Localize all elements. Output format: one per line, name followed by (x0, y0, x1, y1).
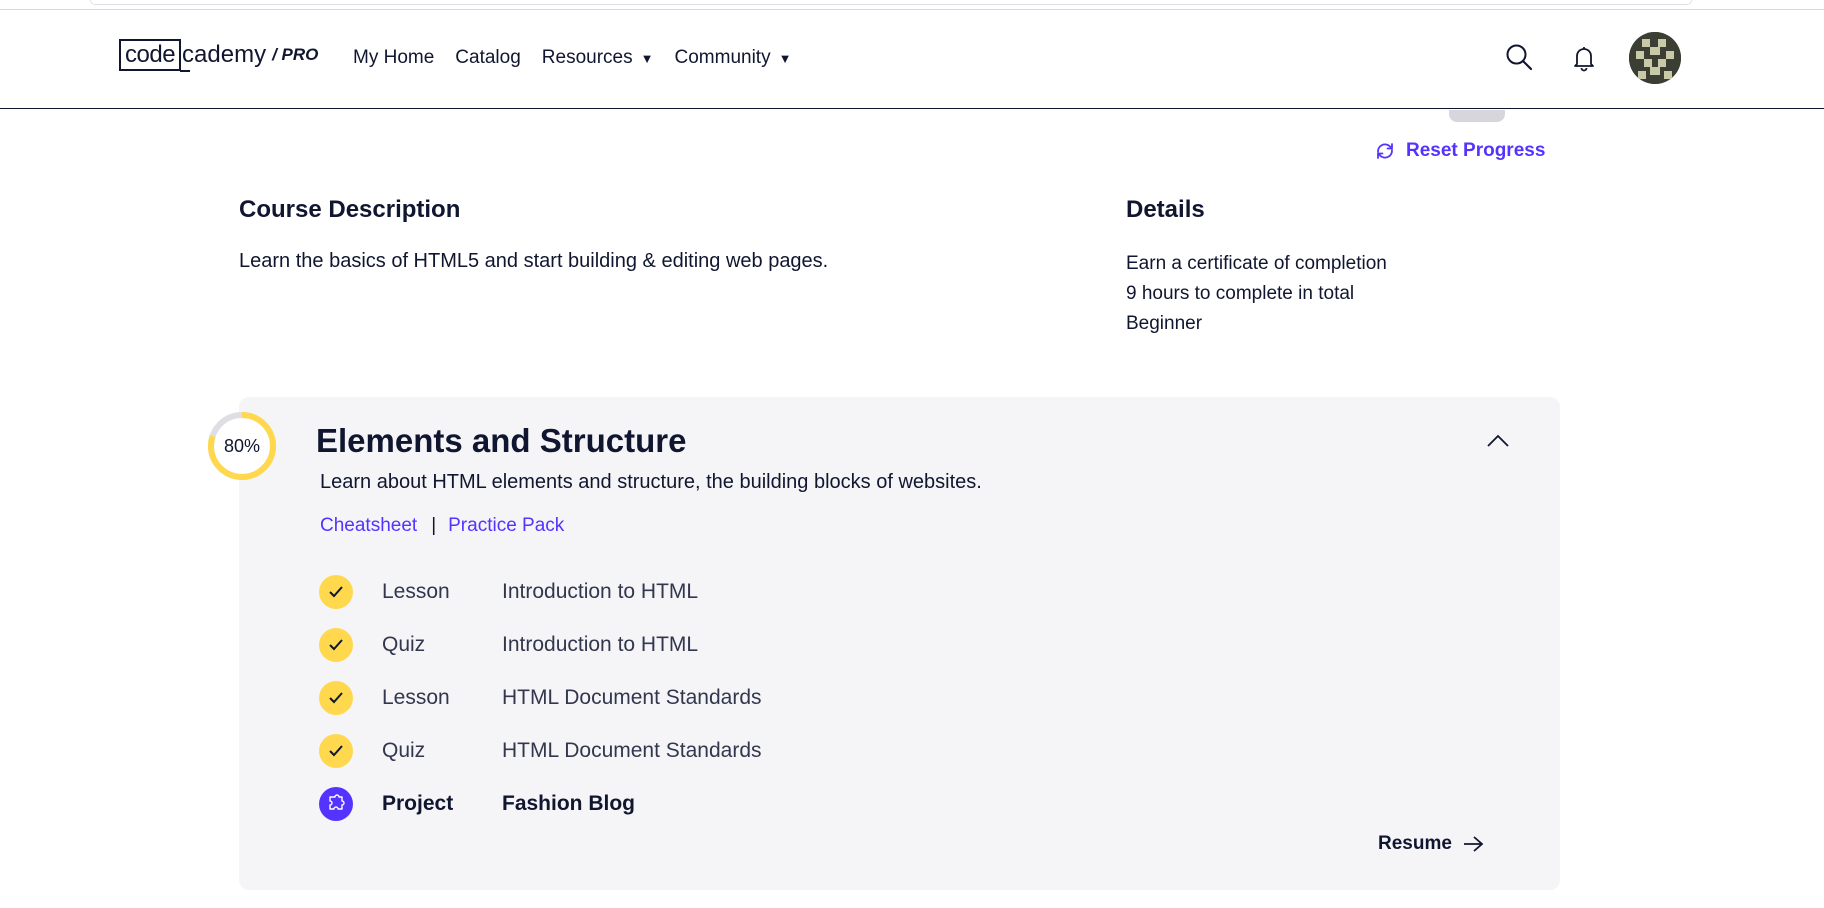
site-header: code cademy / PRO My Home Catalog Resour… (0, 10, 1824, 109)
check-icon (319, 627, 353, 662)
module-item-list: Lesson Introduction to HTML Quiz Introdu… (319, 565, 762, 830)
refresh-icon (1377, 143, 1393, 159)
item-type: Quiz (382, 632, 426, 656)
reset-progress-label: Reset Progress (1406, 140, 1546, 161)
codecademy-pro-logo[interactable]: code cademy / PRO (119, 38, 318, 72)
reset-progress-button[interactable]: Reset Progress (1374, 140, 1545, 162)
item-type: Quiz (382, 738, 426, 762)
caret-down-icon: ▼ (640, 50, 654, 66)
avatar[interactable] (1629, 32, 1681, 84)
module-links: Cheatsheet | Practice Pack (320, 515, 564, 537)
arrow-right-icon (1463, 836, 1484, 852)
check-icon (319, 680, 353, 715)
module-item-row[interactable]: Lesson HTML Document Standards (319, 671, 762, 724)
module-description: Learn about HTML elements and structure,… (320, 471, 982, 493)
resume-button[interactable]: Resume (1378, 833, 1484, 855)
nav-my-home[interactable]: My Home (353, 47, 434, 69)
item-title: Introduction to HTML (502, 579, 699, 603)
nav-catalog[interactable]: Catalog (455, 47, 521, 69)
nav-resources[interactable]: Resources ▼ (542, 47, 654, 69)
caret-down-icon: ▼ (778, 50, 792, 66)
chevron-up-icon[interactable] (1486, 432, 1510, 450)
item-type: Lesson (382, 685, 450, 709)
bell-icon[interactable] (1570, 44, 1598, 72)
browser-top-strip (0, 0, 1824, 10)
details-title: Details (1126, 196, 1205, 223)
item-title: HTML Document Standards (502, 685, 762, 709)
practice-pack-link[interactable]: Practice Pack (448, 515, 564, 537)
details-list: Earn a certificate of completion 9 hours… (1126, 249, 1387, 339)
module-item-row[interactable]: Quiz HTML Document Standards (319, 724, 762, 777)
nav-label: My Home (353, 47, 435, 68)
link-separator: | (431, 515, 437, 536)
item-title: Fashion Blog (502, 791, 635, 815)
module-item-row[interactable]: Lesson Introduction to HTML (319, 565, 762, 618)
detail-item: Earn a certificate of completion (1126, 253, 1387, 274)
module-item-row-current[interactable]: Project Fashion Blog (319, 777, 762, 830)
resume-label: Resume (1378, 833, 1452, 854)
module-title: Elements and Structure (316, 422, 687, 459)
item-title: Introduction to HTML (502, 632, 699, 656)
search-icon[interactable] (1505, 43, 1533, 71)
detail-item: Beginner (1126, 313, 1203, 334)
puzzle-icon (319, 786, 353, 821)
logo-pro: / PRO (272, 45, 319, 64)
cheatsheet-link[interactable]: Cheatsheet (320, 515, 417, 537)
nav-label: Catalog (455, 47, 521, 68)
scroll-tab (1449, 110, 1505, 122)
progress-percent: 80% (223, 436, 261, 456)
module-item-row[interactable]: Quiz Introduction to HTML (319, 618, 762, 671)
detail-item: 9 hours to complete in total (1126, 283, 1355, 304)
main-nav: My Home Catalog Resources ▼ Community ▼ (353, 47, 812, 69)
nav-label: Community (674, 47, 771, 68)
check-icon (319, 574, 353, 609)
logo-cademy: cademy (180, 41, 267, 72)
check-icon (319, 733, 353, 768)
logo-code: code (119, 39, 182, 71)
item-type: Lesson (382, 579, 450, 603)
item-title: HTML Document Standards (502, 738, 762, 762)
course-description: Learn the basics of HTML5 and start buil… (239, 250, 829, 272)
nav-community[interactable]: Community ▼ (675, 47, 792, 69)
nav-label: Resources (541, 47, 633, 68)
item-type: Project (382, 791, 454, 815)
course-description-title: Course Description (239, 196, 461, 223)
